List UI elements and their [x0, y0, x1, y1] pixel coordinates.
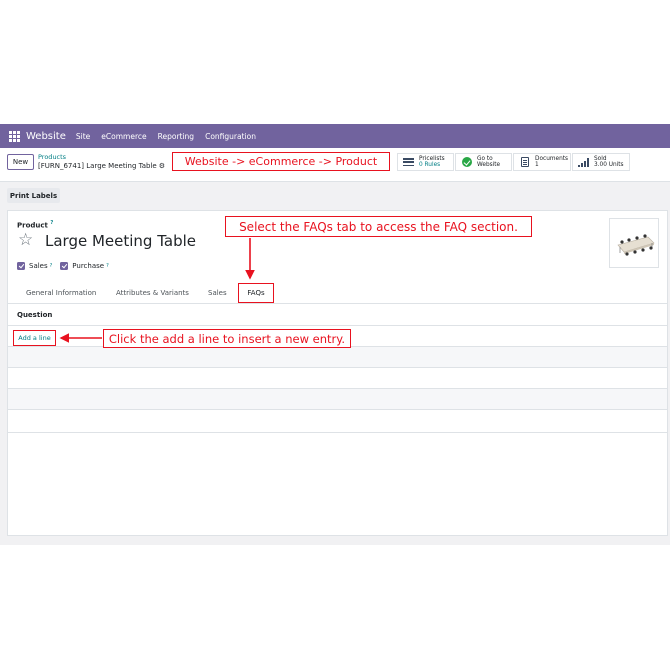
globe-check-icon	[461, 157, 472, 167]
list-icon	[403, 158, 414, 166]
stat-button-pricelists[interactable]: Pricelists 0 Rules	[397, 153, 454, 171]
stat-documents-value: 1	[535, 162, 539, 168]
menu-ecommerce[interactable]: eCommerce	[101, 132, 146, 141]
annotation-breadcrumb: Website -> eCommerce -> Product	[172, 152, 390, 171]
menu-reporting[interactable]: Reporting	[158, 132, 194, 141]
top-navbar: Website Site eCommerce Reporting Configu…	[0, 124, 670, 148]
menu-site[interactable]: Site	[76, 132, 90, 141]
apps-menu-icon[interactable]	[9, 130, 20, 142]
stat-button-documents[interactable]: Documents 1	[513, 153, 571, 171]
breadcrumb-current: [FURN_6741] Large Meeting Table ⚙	[38, 162, 165, 170]
app-brand[interactable]: Website	[26, 131, 66, 142]
stat-button-sold[interactable]: Sold 3.00 Units	[572, 153, 630, 171]
stat-pricelists-value: 0 Rules	[419, 162, 441, 168]
breadcrumb-products[interactable]: Products	[38, 153, 66, 161]
stat-website-value: Website	[477, 162, 501, 168]
control-panel: New Products [FURN_6741] Large Meeting T…	[0, 148, 670, 182]
document-icon	[520, 157, 529, 167]
form-sheet: Product ? ☆ Large Meeting Table Select t…	[7, 210, 668, 536]
breadcrumb-current-label: [FURN_6741] Large Meeting Table	[38, 162, 157, 170]
new-button[interactable]: New	[7, 154, 34, 170]
stat-sold-value: 3.00 Units	[594, 162, 624, 168]
annotation-arrows	[59, 238, 255, 343]
app-window: Website Site eCommerce Reporting Configu…	[0, 124, 670, 545]
bar-chart-icon	[578, 157, 589, 167]
print-labels-button[interactable]: Print Labels	[7, 188, 60, 203]
gear-icon[interactable]: ⚙	[159, 162, 165, 170]
stat-documents-label: Documents	[535, 155, 569, 162]
menu-configuration[interactable]: Configuration	[205, 132, 256, 141]
stat-button-website[interactable]: Go to Website	[455, 153, 512, 171]
